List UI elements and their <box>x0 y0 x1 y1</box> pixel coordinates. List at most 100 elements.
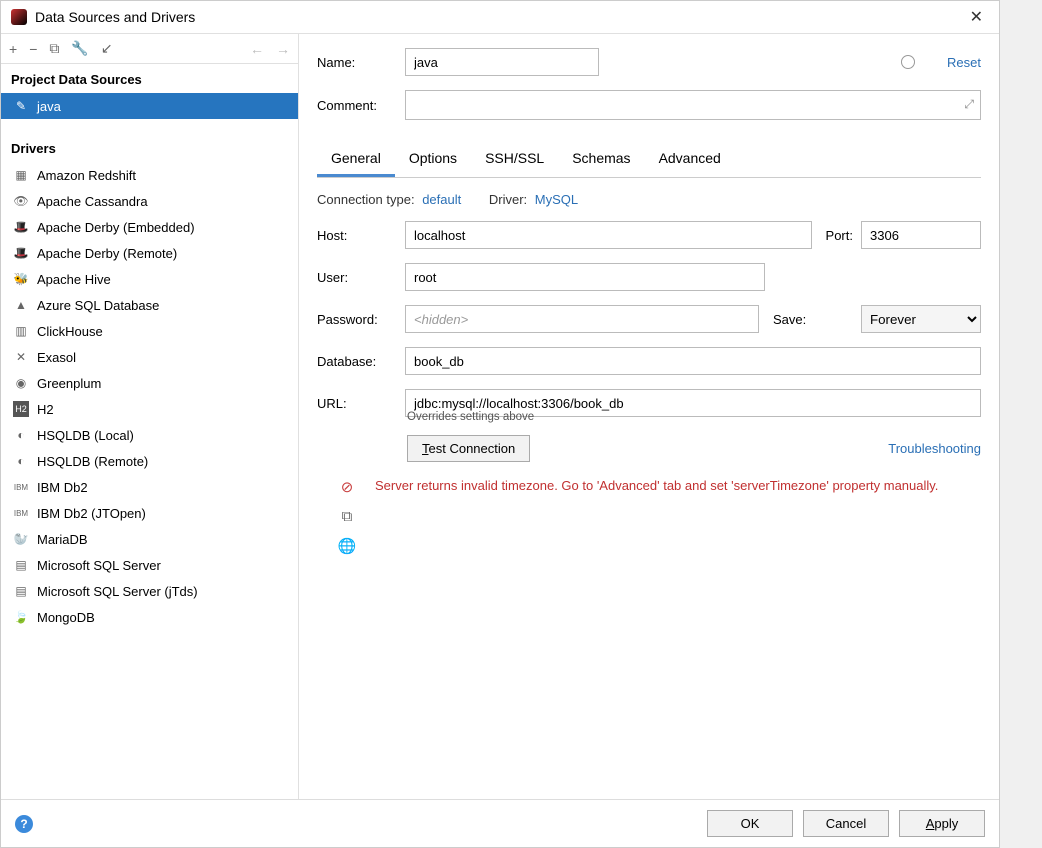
drivers-section: Drivers ▦Amazon Redshift 👁Apache Cassand… <box>1 133 298 630</box>
driver-icon: 🎩 <box>13 245 29 261</box>
main-panel: Name: Reset Comment: ⤢ General Options S… <box>299 34 999 799</box>
driver-item[interactable]: ▦Amazon Redshift <box>1 162 298 188</box>
driver-icon: 🍃 <box>13 609 29 625</box>
apply-button[interactable]: Apply <box>899 810 985 837</box>
tab-advanced[interactable]: Advanced <box>645 142 735 177</box>
driver-item[interactable]: IBMIBM Db2 <box>1 474 298 500</box>
url-label: URL: <box>317 396 397 411</box>
driver-icon: 🦭 <box>13 531 29 547</box>
back-icon[interactable]: ← <box>250 41 264 57</box>
dialog-footer: ? OK Cancel Apply <box>1 799 999 847</box>
driver-icon: ▦ <box>13 167 29 183</box>
driver-icon: ✕ <box>13 349 29 365</box>
driver-item[interactable]: 🦭MariaDB <box>1 526 298 552</box>
driver-item[interactable]: ◉Greenplum <box>1 370 298 396</box>
comment-label: Comment: <box>317 98 397 113</box>
name-input[interactable] <box>405 48 599 76</box>
color-circle-icon[interactable] <box>901 55 915 69</box>
driver-icon: 🎩 <box>13 219 29 235</box>
window-title: Data Sources and Drivers <box>35 9 964 25</box>
driver-item[interactable]: ✕Exasol <box>1 344 298 370</box>
conn-type-label: Connection type: <box>317 192 415 207</box>
feather-icon: ✎ <box>13 98 29 114</box>
cancel-button[interactable]: Cancel <box>803 810 889 837</box>
driver-item[interactable]: 🎩Apache Derby (Remote) <box>1 240 298 266</box>
driver-icon: ▤ <box>13 583 29 599</box>
url-hint: Overrides settings above <box>407 411 981 423</box>
name-label: Name: <box>317 55 397 70</box>
datasource-label: java <box>37 99 61 114</box>
dialog-window: Data Sources and Drivers ✕ + − ⧉ 🔧 ↙ ← →… <box>0 0 1000 848</box>
error-row: ⊘ ⧉ 🌐 Server returns invalid timezone. G… <box>317 478 981 555</box>
section-data-sources: Project Data Sources <box>1 64 298 93</box>
conn-type-value[interactable]: default <box>422 192 461 207</box>
driver-icon: ▤ <box>13 557 29 573</box>
import-icon[interactable]: ↙ <box>101 40 113 57</box>
driver-item[interactable]: ◐HSQLDB (Local) <box>1 422 298 448</box>
driver-icon: IBM <box>13 479 29 495</box>
database-input[interactable] <box>405 347 981 375</box>
datasource-item-java[interactable]: ✎ java <box>1 93 298 119</box>
copy-icon[interactable]: ⧉ <box>49 40 59 57</box>
connection-type-row: Connection type: default Driver: MySQL <box>317 192 981 207</box>
user-label: User: <box>317 270 397 285</box>
host-label: Host: <box>317 228 397 243</box>
driver-item[interactable]: 🐝Apache Hive <box>1 266 298 292</box>
driver-item[interactable]: H2H2 <box>1 396 298 422</box>
section-drivers: Drivers <box>1 133 298 162</box>
password-input[interactable] <box>405 305 759 333</box>
save-label: Save: <box>773 312 853 327</box>
app-logo-icon <box>11 9 27 25</box>
add-icon[interactable]: + <box>9 41 17 57</box>
driver-icon: ▥ <box>13 323 29 339</box>
driver-icon: H2 <box>13 401 29 417</box>
remove-icon[interactable]: − <box>29 41 37 57</box>
save-select[interactable]: Forever <box>861 305 981 333</box>
troubleshooting-link[interactable]: Troubleshooting <box>888 441 981 456</box>
copy-error-icon[interactable]: ⧉ <box>342 508 353 525</box>
host-input[interactable] <box>405 221 812 249</box>
tab-options[interactable]: Options <box>395 142 471 177</box>
forward-icon[interactable]: → <box>276 41 290 57</box>
driver-value[interactable]: MySQL <box>535 192 578 207</box>
titlebar: Data Sources and Drivers ✕ <box>1 1 999 34</box>
driver-icon: 🐝 <box>13 271 29 287</box>
driver-icon: IBM <box>13 505 29 521</box>
tab-schemas[interactable]: Schemas <box>558 142 644 177</box>
port-label: Port: <box>826 228 853 243</box>
driver-icon: ◉ <box>13 375 29 391</box>
driver-icon: ◐ <box>13 453 29 469</box>
driver-item[interactable]: 🎩Apache Derby (Embedded) <box>1 214 298 240</box>
driver-icon: ▲ <box>13 297 29 313</box>
tab-general[interactable]: General <box>317 142 395 177</box>
driver-item[interactable]: 👁Apache Cassandra <box>1 188 298 214</box>
driver-item[interactable]: ▲Azure SQL Database <box>1 292 298 318</box>
driver-label: Driver: <box>489 192 527 207</box>
globe-icon[interactable]: 🌐 <box>338 537 357 555</box>
sidebar: + − ⧉ 🔧 ↙ ← → Project Data Sources ✎ jav… <box>1 34 299 799</box>
wrench-icon[interactable]: 🔧 <box>71 40 88 57</box>
sidebar-toolbar: + − ⧉ 🔧 ↙ ← → <box>1 34 298 64</box>
help-icon[interactable]: ? <box>15 815 33 833</box>
tab-bar: General Options SSH/SSL Schemas Advanced <box>317 142 981 178</box>
driver-item[interactable]: ◐HSQLDB (Remote) <box>1 448 298 474</box>
driver-item[interactable]: ▥ClickHouse <box>1 318 298 344</box>
expand-icon[interactable]: ⤢ <box>964 97 974 112</box>
reset-link[interactable]: Reset <box>947 55 981 70</box>
driver-item[interactable]: ▤Microsoft SQL Server (jTds) <box>1 578 298 604</box>
database-label: Database: <box>317 354 397 369</box>
dialog-body: + − ⧉ 🔧 ↙ ← → Project Data Sources ✎ jav… <box>1 34 999 799</box>
user-input[interactable] <box>405 263 765 291</box>
comment-input[interactable]: ⤢ <box>405 90 981 120</box>
driver-icon: ◐ <box>13 427 29 443</box>
driver-icon: 👁 <box>13 193 29 209</box>
close-button[interactable]: ✕ <box>964 7 989 27</box>
ok-button[interactable]: OK <box>707 810 793 837</box>
port-input[interactable] <box>861 221 981 249</box>
tab-ssh-ssl[interactable]: SSH/SSL <box>471 142 558 177</box>
driver-item[interactable]: ▤Microsoft SQL Server <box>1 552 298 578</box>
test-connection-button[interactable]: TTest Connectionest Connection <box>407 435 530 462</box>
driver-item[interactable]: 🍃MongoDB <box>1 604 298 630</box>
driver-item[interactable]: IBMIBM Db2 (JTOpen) <box>1 500 298 526</box>
password-label: Password: <box>317 312 397 327</box>
